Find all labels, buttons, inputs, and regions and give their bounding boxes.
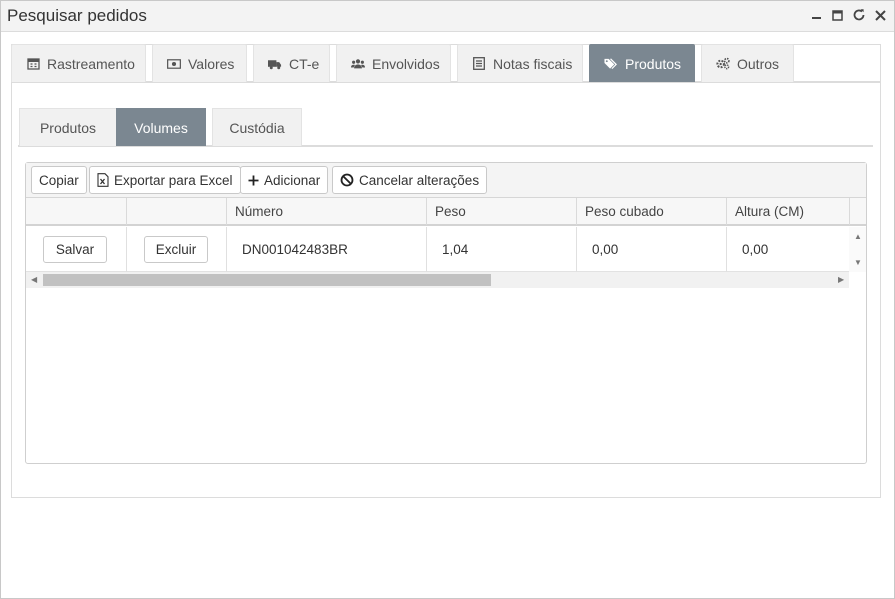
truck-icon <box>268 57 282 71</box>
cell-numero[interactable]: DN001042483BR <box>227 227 427 272</box>
table-row: Salvar Excluir DN001042483BR 1,04 0,00 0… <box>26 227 849 272</box>
tab-label: CT-e <box>289 55 320 72</box>
copy-button-label: Copiar <box>39 172 79 188</box>
row-save-cell: Salvar <box>26 227 127 272</box>
horizontal-scroll-thumb[interactable] <box>43 274 491 286</box>
tab-label: Rastreamento <box>47 55 135 72</box>
scroll-down-icon[interactable]: ▼ <box>854 259 862 267</box>
row-save-button[interactable]: Salvar <box>43 236 107 263</box>
tab-label: Valores <box>188 55 235 72</box>
subtab-produtos[interactable]: Produtos <box>19 108 117 146</box>
column-header-numero[interactable]: Número <box>227 198 427 225</box>
scroll-left-icon[interactable]: ◀ <box>31 276 37 284</box>
row-delete-cell: Excluir <box>127 227 227 272</box>
window-title: Pesquisar pedidos <box>7 6 147 25</box>
tab-notas-fiscais[interactable]: Notas fiscais <box>457 44 583 82</box>
money-icon <box>167 57 181 71</box>
export-excel-label: Exportar para Excel <box>114 172 233 188</box>
add-button[interactable]: Adicionar <box>240 166 329 194</box>
tab-valores[interactable]: Valores <box>152 44 247 82</box>
search-orders-window: Pesquisar pedidos Rastreamento Valores C <box>0 0 895 599</box>
column-header-altura[interactable]: Altura (CM) <box>727 198 850 225</box>
tab-outros[interactable]: Outros <box>701 44 794 82</box>
calendar-icon <box>26 57 40 71</box>
close-icon[interactable] <box>870 5 890 25</box>
column-header-actions-2 <box>127 198 227 225</box>
cell-peso[interactable]: 1,04 <box>427 227 577 272</box>
gears-icon <box>716 57 730 71</box>
users-icon <box>351 57 365 71</box>
tab-label: Notas fiscais <box>493 55 573 72</box>
row-delete-button[interactable]: Excluir <box>144 236 208 263</box>
ban-icon <box>340 173 354 187</box>
cell-peso-cubado[interactable]: 0,00 <box>577 227 727 272</box>
table-header: Número Peso Peso cubado Altura (CM) <box>26 198 866 226</box>
column-header-peso-cubado[interactable]: Peso cubado <box>577 198 727 225</box>
cell-altura[interactable]: 0,00 <box>727 227 849 272</box>
list-icon <box>472 57 486 71</box>
cancel-changes-button[interactable]: Cancelar alterações <box>332 166 488 194</box>
horizontal-scrollbar[interactable]: ◀ ▶ <box>26 272 849 288</box>
tab-label: Envolvidos <box>372 55 440 72</box>
export-excel-button[interactable]: Exportar para Excel <box>89 166 241 194</box>
minimize-icon[interactable] <box>807 5 827 25</box>
vertical-scrollbar[interactable]: ▲ ▼ <box>849 227 866 272</box>
window-titlebar: Pesquisar pedidos <box>1 1 894 32</box>
tab-envolvidos[interactable]: Envolvidos <box>336 44 451 82</box>
copy-button[interactable]: Copiar <box>31 166 87 194</box>
tab-produtos[interactable]: Produtos <box>589 44 695 82</box>
tab-rastreamento[interactable]: Rastreamento <box>11 44 146 82</box>
subtab-volumes[interactable]: Volumes <box>116 108 206 146</box>
maximize-icon[interactable] <box>827 5 847 25</box>
tags-icon <box>604 57 618 71</box>
scroll-right-icon[interactable]: ▶ <box>838 276 844 284</box>
excel-file-icon <box>97 173 109 187</box>
tab-label: Produtos <box>625 55 682 72</box>
cancel-changes-label: Cancelar alterações <box>359 172 480 188</box>
scroll-up-icon[interactable]: ▲ <box>854 233 862 241</box>
subtab-custodia[interactable]: Custódia <box>212 108 302 146</box>
column-header-peso[interactable]: Peso <box>427 198 577 225</box>
plus-icon <box>248 175 259 186</box>
volumes-grid: Copiar Exportar para Excel Adicionar Can… <box>25 162 867 464</box>
add-button-label: Adicionar <box>264 172 321 188</box>
grid-toolbar: Copiar Exportar para Excel Adicionar Can… <box>26 163 866 198</box>
column-header-actions-1 <box>26 198 127 225</box>
tab-label: Outros <box>737 55 780 72</box>
refresh-icon[interactable] <box>849 5 869 25</box>
tab-cte[interactable]: CT-e <box>253 44 330 82</box>
